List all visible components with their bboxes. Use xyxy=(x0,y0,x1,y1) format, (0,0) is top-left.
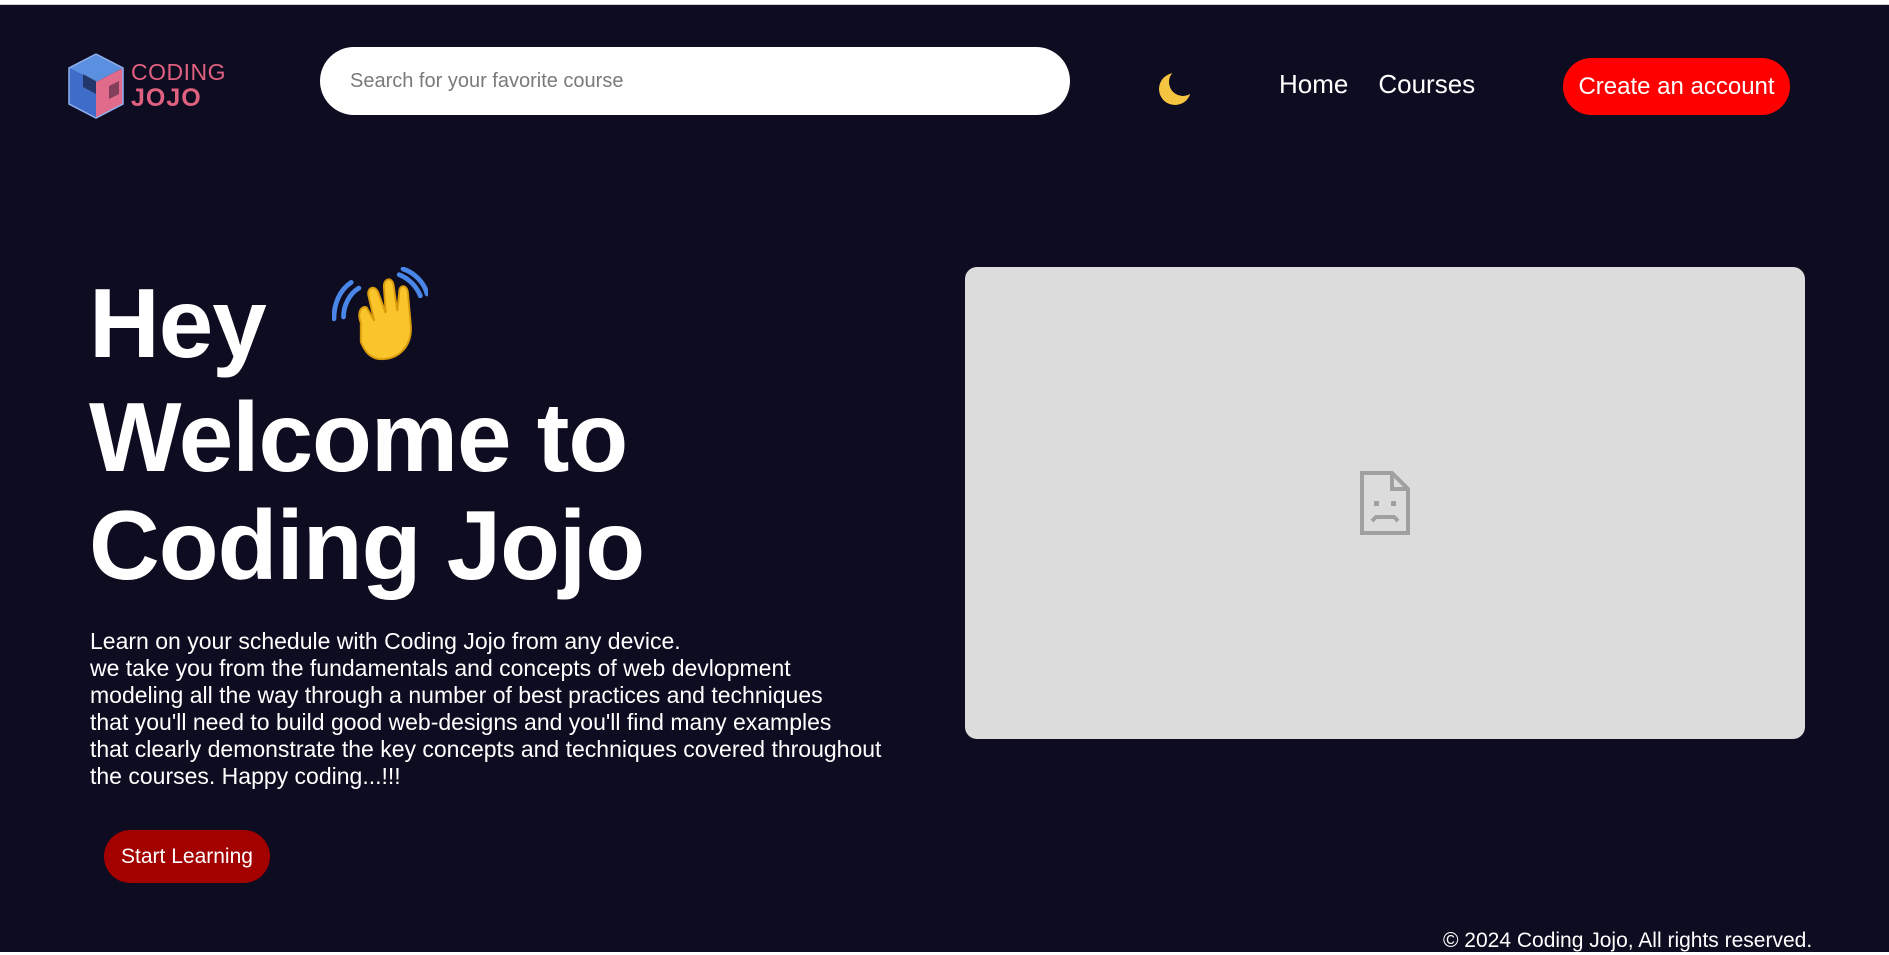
brand-wordmark: CODING JOJO xyxy=(131,61,226,111)
hero-description-line: Learn on your schedule with Coding Jojo … xyxy=(90,628,681,654)
hero-description-line: the courses. Happy coding...!!! xyxy=(90,763,401,789)
create-account-button[interactable]: Create an account xyxy=(1563,58,1790,115)
hero-title-line3: Coding Jojo xyxy=(89,490,645,600)
crescent-moon-icon xyxy=(1159,68,1197,105)
broken-page-icon xyxy=(1360,471,1410,535)
brand-line1: CODING xyxy=(131,59,226,85)
hero-description: Learn on your schedule with Coding Jojo … xyxy=(90,628,950,790)
hero-description-line: we take you from the fundamentals and co… xyxy=(90,655,791,681)
cube-logo-icon xyxy=(68,53,124,119)
hero-title-line2: Welcome to xyxy=(89,382,628,492)
footer-copyright: © 2024 Coding Jojo, All rights reserved. xyxy=(1443,929,1813,952)
hero-description-line: that you'll need to build good web-desig… xyxy=(90,709,832,735)
hero-description-line: that clearly demonstrate the key concept… xyxy=(90,736,882,762)
hero-title: Hey Welcome to Coding Jojo xyxy=(89,266,645,600)
brand-line2: JOJO xyxy=(131,84,202,112)
hero-description-line: modeling all the way through a number of… xyxy=(90,682,823,708)
nav-home-link[interactable]: Home xyxy=(1279,69,1348,100)
page: CODING JOJO Home Courses Create an accou… xyxy=(0,5,1889,952)
waving-hand-icon xyxy=(331,266,430,383)
hero-media-placeholder xyxy=(965,267,1805,739)
start-learning-button[interactable]: Start Learning xyxy=(104,830,270,883)
nav-courses-link[interactable]: Courses xyxy=(1378,69,1475,100)
main-nav: Home Courses xyxy=(1279,69,1475,100)
brand-logo[interactable]: CODING JOJO xyxy=(63,46,233,126)
search-input[interactable] xyxy=(320,47,1070,115)
theme-toggle-button[interactable] xyxy=(1152,67,1197,111)
hero-title-line1-row: Hey xyxy=(89,266,644,383)
hero-title-line1: Hey xyxy=(89,268,267,378)
